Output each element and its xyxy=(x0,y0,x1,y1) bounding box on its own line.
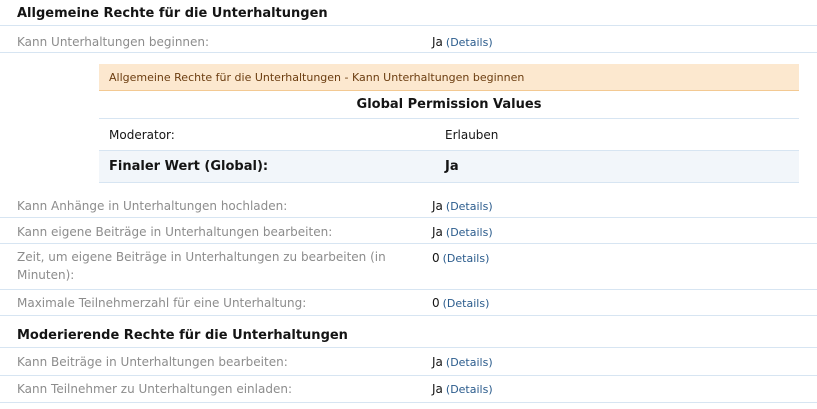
permission-value: Ja (Details) xyxy=(432,33,493,52)
permission-label: Kann Teilnehmer zu Unterhaltungen einlad… xyxy=(17,382,292,396)
permission-label: Kann Beiträge in Unterhaltungen bearbeit… xyxy=(17,355,288,369)
details-link[interactable]: (Details) xyxy=(446,36,493,49)
permission-row-max-participants: Maximale Teilnehmerzahl für eine Unterha… xyxy=(0,290,817,316)
detail-panel-title: Allgemeine Rechte für die Unterhaltungen… xyxy=(99,64,799,91)
permission-value: Ja (Details) xyxy=(432,223,493,242)
permission-detail-panel: Allgemeine Rechte für die Unterhaltungen… xyxy=(99,64,799,183)
permission-value: Ja (Details) xyxy=(432,380,493,399)
permission-label: Kann Unterhaltungen beginnen: xyxy=(17,35,210,49)
section-header-general: Allgemeine Rechte für die Unterhaltungen xyxy=(0,2,817,26)
details-link[interactable]: (Details) xyxy=(446,226,493,239)
section-header-moderation: Moderierende Rechte für die Unterhaltung… xyxy=(0,324,817,348)
permission-value-text: Ja xyxy=(432,225,443,239)
permission-value-text: Ja xyxy=(432,199,443,213)
details-link[interactable]: (Details) xyxy=(446,356,493,369)
permission-value: Ja (Details) xyxy=(432,353,493,372)
details-link[interactable]: (Details) xyxy=(446,200,493,213)
permission-value: 0 (Details) xyxy=(432,249,489,268)
final-value: Ja xyxy=(445,159,459,174)
permission-label: Kann Anhänge in Unterhaltungen hochladen… xyxy=(17,199,288,213)
final-value-row: Finaler Wert (Global): Ja xyxy=(99,151,799,183)
moderator-label: Moderator: xyxy=(109,128,175,142)
permission-label: Maximale Teilnehmerzahl für eine Unterha… xyxy=(17,296,307,310)
permission-value: 0 (Details) xyxy=(432,294,489,313)
permission-row-invite-participants: Kann Teilnehmer zu Unterhaltungen einlad… xyxy=(0,376,817,403)
permission-value-text: Ja xyxy=(432,355,443,369)
moderator-value: Erlauben xyxy=(445,128,499,142)
permission-value: Ja (Details) xyxy=(432,197,493,216)
permission-value-text: Ja xyxy=(432,35,443,49)
final-value-label: Finaler Wert (Global): xyxy=(109,159,269,174)
details-link[interactable]: (Details) xyxy=(446,383,493,396)
permission-value-text: 0 xyxy=(432,251,440,265)
permission-label: Kann eigene Beiträge in Unterhaltungen b… xyxy=(17,225,333,239)
permission-row-start-conversations: Kann Unterhaltungen beginnen: Ja (Details… xyxy=(0,31,817,53)
details-link[interactable]: (Details) xyxy=(443,297,490,310)
global-permission-values-heading: Global Permission Values xyxy=(99,91,799,119)
permission-row-edit-own-posts: Kann eigene Beiträge in Unterhaltungen b… xyxy=(0,218,817,244)
permission-value-text: Ja xyxy=(432,382,443,396)
permission-row-edit-conversation-posts: Kann Beiträge in Unterhaltungen bearbeit… xyxy=(0,349,817,376)
moderator-row: Moderator: Erlauben xyxy=(99,119,799,151)
permission-label: Zeit, um eigene Beiträge in Unterhaltung… xyxy=(17,250,386,282)
permission-row-edit-time-limit: Zeit, um eigene Beiträge in Unterhaltung… xyxy=(0,244,817,290)
permission-row-upload-attachments: Kann Anhänge in Unterhaltungen hochladen… xyxy=(0,194,817,218)
details-link[interactable]: (Details) xyxy=(443,252,490,265)
permission-value-text: 0 xyxy=(432,296,440,310)
